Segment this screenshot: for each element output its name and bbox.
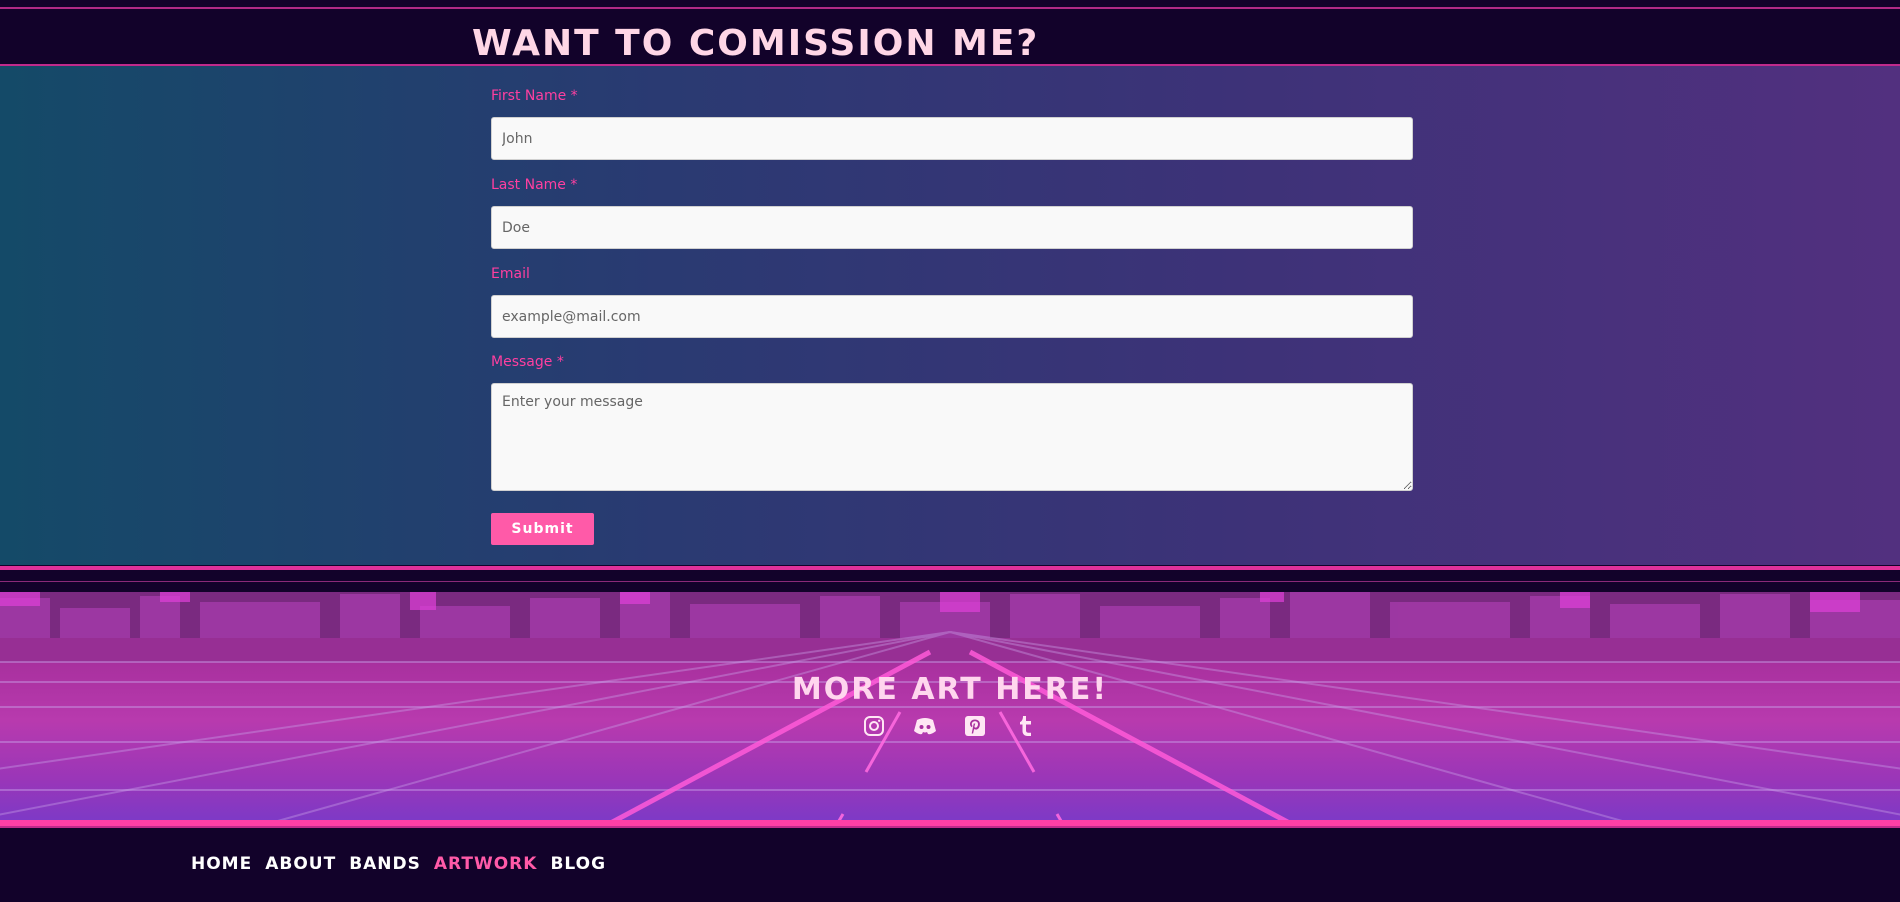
tumblr-link[interactable] xyxy=(1012,712,1040,740)
required-mark: * xyxy=(570,177,578,193)
nav-item-bands[interactable]: BANDS xyxy=(349,854,421,874)
nav-item-home[interactable]: HOME xyxy=(191,854,252,874)
first-name-input[interactable] xyxy=(491,117,1413,160)
pinterest-link[interactable] xyxy=(961,712,989,740)
email-label-text: Email xyxy=(491,266,530,282)
instagram-icon xyxy=(864,716,884,736)
required-mark: * xyxy=(570,88,578,104)
commission-form: First Name * Last Name * Email Message *… xyxy=(0,66,1900,570)
social-links xyxy=(860,712,1040,740)
last-name-label-text: Last Name xyxy=(491,177,566,193)
nav-item-blog[interactable]: BLOG xyxy=(550,854,606,874)
section-divider xyxy=(0,570,1900,592)
discord-link[interactable] xyxy=(911,712,939,740)
first-name-label: First Name * xyxy=(491,88,578,104)
discord-icon xyxy=(913,718,936,735)
nav-item-about[interactable]: ABOUT xyxy=(265,854,336,874)
nav-list: HOME ABOUT BANDS ARTWORK BLOG xyxy=(191,854,606,874)
message-textarea[interactable] xyxy=(491,383,1413,491)
message-label-text: Message xyxy=(491,354,553,370)
message-label: Message * xyxy=(491,354,564,370)
last-name-label: Last Name * xyxy=(491,177,577,193)
bottom-nav: HOME ABOUT BANDS ARTWORK BLOG xyxy=(0,826,1900,902)
page-title: WANT TO COMISSION ME? xyxy=(472,23,1040,64)
first-name-label-text: First Name xyxy=(491,88,567,104)
tumblr-icon xyxy=(1019,716,1031,736)
pinterest-icon xyxy=(965,716,986,736)
nav-item-artwork[interactable]: ARTWORK xyxy=(434,854,538,874)
email-label: Email xyxy=(491,266,530,282)
last-name-input[interactable] xyxy=(491,206,1413,249)
header-band: WANT TO COMISSION ME? xyxy=(0,0,1900,66)
neon-grid xyxy=(0,631,1900,826)
required-mark: * xyxy=(556,354,564,370)
footer-art-banner: MORE ART HERE! xyxy=(0,592,1900,826)
instagram-link[interactable] xyxy=(860,712,888,740)
submit-button[interactable]: Submit xyxy=(491,513,594,545)
footer-heading: MORE ART HERE! xyxy=(791,672,1109,707)
email-input[interactable] xyxy=(491,295,1413,338)
